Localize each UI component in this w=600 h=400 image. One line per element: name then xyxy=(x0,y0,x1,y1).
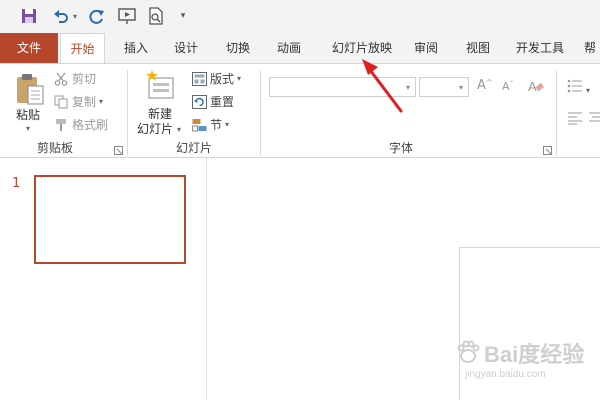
paw-icon xyxy=(455,339,481,368)
watermark-url: jingyan.baidu.com xyxy=(465,369,546,380)
watermark-brand: Bai度经验 xyxy=(484,342,585,367)
watermark: Bai度经验 jingyan.baidu.com xyxy=(455,337,584,380)
